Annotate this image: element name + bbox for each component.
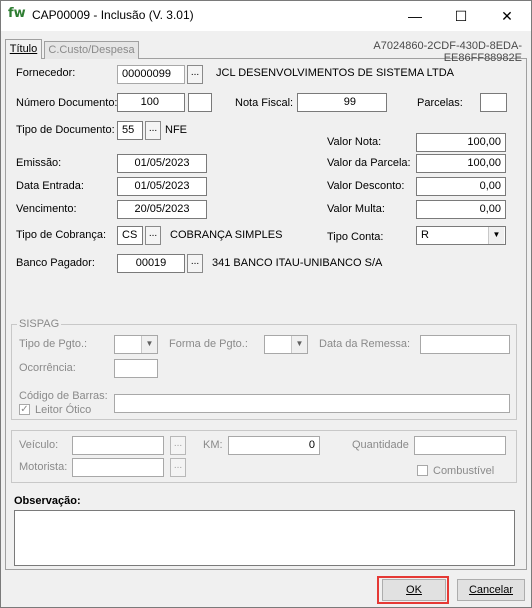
- combustivel-label: Combustível: [433, 465, 495, 477]
- observacao-label: Observação:: [14, 495, 81, 507]
- motorista-lookup-button[interactable]: ...: [170, 458, 186, 477]
- veiculo-field[interactable]: [72, 436, 164, 455]
- valor-multa-field[interactable]: 0,00: [416, 200, 506, 219]
- leitor-otico-label: Leitor Ótico: [35, 404, 92, 416]
- valor-multa-label: Valor Multa:: [327, 203, 385, 215]
- tipo-documento-code-field[interactable]: 55: [117, 121, 143, 140]
- tab-ccusto-despesa[interactable]: C.Custo/Despesa: [44, 41, 139, 59]
- vencimento-field[interactable]: 20/05/2023: [117, 200, 207, 219]
- window-title: CAP00009 - Inclusão (V. 3.01): [32, 8, 194, 22]
- record-id: A7024860-2CDF-430D-8EDA-EE86FF88982E: [373, 40, 522, 64]
- fornecedor-name: JCL DESENVOLVIMENTOS DE SISTEMA LTDA: [216, 67, 454, 79]
- motorista-field[interactable]: [72, 458, 164, 477]
- quantidade-label: Quantidade: [352, 439, 409, 451]
- codigo-barras-label: Código de Barras:: [19, 390, 108, 402]
- tipo-conta-label: Tipo Conta:: [327, 231, 384, 243]
- valor-nota-label: Valor Nota:: [327, 136, 382, 148]
- minimize-button[interactable]: —: [392, 1, 438, 31]
- tipo-documento-name: NFE: [165, 124, 187, 136]
- data-remessa-field[interactable]: [420, 335, 510, 354]
- valor-parcela-label: Valor da Parcela:: [327, 157, 411, 169]
- banco-pagador-name: 341 BANCO ITAU-UNIBANCO S/A: [212, 257, 383, 269]
- tipo-conta-value: R: [421, 229, 429, 241]
- close-button[interactable]: ✕: [484, 1, 530, 31]
- emissao-field[interactable]: 01/05/2023: [117, 154, 207, 173]
- tipo-documento-label: Tipo de Documento:: [16, 124, 115, 136]
- valor-parcela-field[interactable]: 100,00: [416, 154, 506, 173]
- fornecedor-lookup-button[interactable]: ...: [187, 65, 203, 84]
- numero-documento-extra-field[interactable]: [188, 93, 212, 112]
- chevron-down-icon[interactable]: ▼: [141, 336, 157, 353]
- valor-nota-field[interactable]: 100,00: [416, 133, 506, 152]
- maximize-button[interactable]: ☐: [438, 1, 484, 31]
- km-field[interactable]: 0: [228, 436, 320, 455]
- data-entrada-field[interactable]: 01/05/2023: [117, 177, 207, 196]
- veiculo-lookup-button[interactable]: ...: [170, 436, 186, 455]
- forma-pgto-label: Forma de Pgto.:: [169, 338, 248, 350]
- veiculo-label: Veículo:: [19, 439, 59, 451]
- valor-desconto-label: Valor Desconto:: [327, 180, 405, 192]
- tipo-cobranca-lookup-button[interactable]: ...: [145, 226, 161, 245]
- tipo-cobranca-code-field[interactable]: CS: [117, 226, 143, 245]
- leitor-otico-checkbox[interactable]: ✓: [19, 404, 30, 415]
- tipo-pgto-label: Tipo de Pgto.:: [19, 338, 88, 350]
- tipo-documento-lookup-button[interactable]: ...: [145, 121, 161, 140]
- parcelas-field[interactable]: [480, 93, 507, 112]
- motorista-label: Motorista:: [19, 461, 68, 473]
- chevron-down-icon[interactable]: ▼: [291, 336, 307, 353]
- cancel-button[interactable]: Cancelar: [457, 579, 525, 601]
- data-entrada-label: Data Entrada:: [16, 180, 84, 192]
- chevron-down-icon[interactable]: ▼: [488, 227, 504, 244]
- vencimento-label: Vencimento:: [16, 203, 77, 215]
- fornecedor-code-field[interactable]: 00000099: [117, 65, 185, 84]
- ocorrencia-field[interactable]: [114, 359, 158, 378]
- parcelas-label: Parcelas:: [417, 97, 463, 109]
- fornecedor-label: Fornecedor:: [16, 67, 76, 79]
- codigo-barras-field[interactable]: [114, 394, 510, 413]
- combustivel-checkbox[interactable]: [417, 465, 428, 476]
- quantidade-field[interactable]: [414, 436, 506, 455]
- banco-pagador-code-field[interactable]: 00019: [117, 254, 185, 273]
- nota-fiscal-label: Nota Fiscal:: [235, 97, 294, 109]
- valor-desconto-field[interactable]: 0,00: [416, 177, 506, 196]
- numero-documento-field[interactable]: 100: [117, 93, 185, 112]
- numero-documento-label: Número Documento:: [16, 97, 118, 109]
- ok-button[interactable]: OK: [382, 579, 446, 601]
- tipo-cobranca-label: Tipo de Cobrança:: [16, 229, 107, 241]
- tipo-cobranca-name: COBRANÇA SIMPLES: [170, 229, 283, 241]
- data-remessa-label: Data da Remessa:: [319, 338, 411, 350]
- app-logo-icon: fw: [8, 6, 26, 21]
- banco-pagador-lookup-button[interactable]: ...: [187, 254, 203, 273]
- banco-pagador-label: Banco Pagador:: [16, 257, 95, 269]
- km-label: KM:: [203, 439, 223, 451]
- ocorrencia-label: Ocorrência:: [19, 362, 76, 374]
- observacao-textarea[interactable]: [14, 510, 515, 566]
- tab-titulo[interactable]: Título: [5, 39, 42, 59]
- sispag-legend: SISPAG: [17, 318, 62, 330]
- nota-fiscal-field[interactable]: 99: [297, 93, 387, 112]
- emissao-label: Emissão:: [16, 157, 62, 169]
